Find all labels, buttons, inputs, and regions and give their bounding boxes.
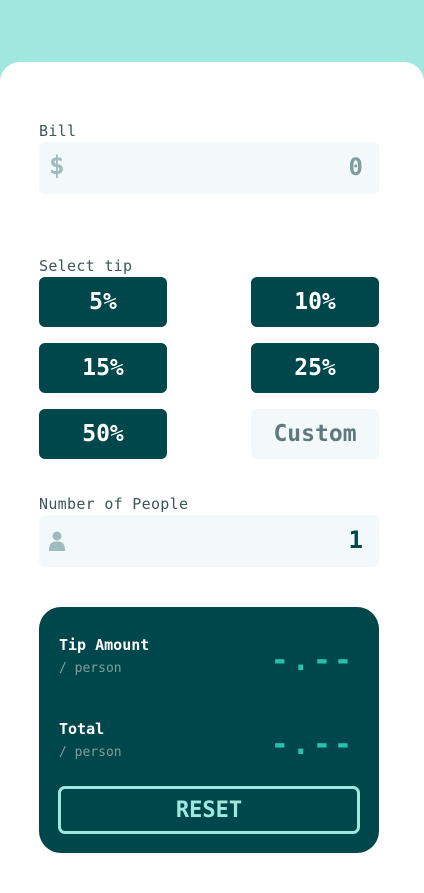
dollar-icon: $ <box>49 151 65 181</box>
reset-button[interactable]: RESET <box>58 786 360 834</box>
results-panel: Tip Amount / person -.-- Total / person … <box>39 607 379 853</box>
calculator-card: Bill $ Select tip 5% 10% 15% 25% 50% Cus… <box>0 62 424 893</box>
tip-15-button[interactable]: 15% <box>39 343 167 393</box>
tip-amount-title: Tip Amount <box>59 636 150 654</box>
person-icon <box>49 531 65 551</box>
tip-amount-per-person: / person <box>59 661 122 676</box>
total-per-person: / person <box>59 745 122 760</box>
select-tip-label: Select tip <box>39 257 133 275</box>
total-value: -.-- <box>270 727 355 762</box>
total-title: Total <box>59 720 105 738</box>
people-input-box[interactable] <box>39 515 379 567</box>
tip-5-button[interactable]: 5% <box>39 277 167 327</box>
tip-amount-value: -.-- <box>270 643 355 678</box>
bill-input-box[interactable]: $ <box>39 142 379 194</box>
bill-label: Bill <box>39 122 77 140</box>
tip-25-button[interactable]: 25% <box>251 343 379 393</box>
tip-50-button[interactable]: 50% <box>39 409 167 459</box>
tip-custom-input[interactable]: Custom <box>251 409 379 459</box>
people-label: Number of People <box>39 495 189 513</box>
tip-10-button[interactable]: 10% <box>251 277 379 327</box>
people-input[interactable] <box>163 526 363 554</box>
bill-input[interactable] <box>163 153 363 181</box>
